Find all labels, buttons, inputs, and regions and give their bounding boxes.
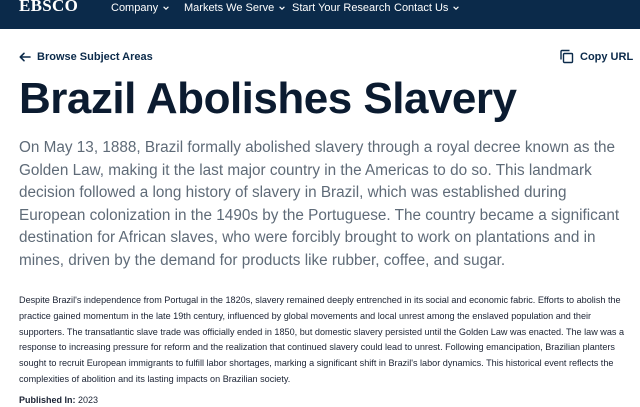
arrow-left-icon [19,52,31,62]
nav-item-contact-us[interactable]: Contact Us [394,2,460,14]
top-navigation-bar: EBSCO Company Markets We Serve Start You… [0,0,640,29]
chevron-down-icon [279,6,286,10]
chevron-down-icon [163,6,169,10]
copy-url-label: Copy URL [580,50,634,63]
page-title: Brazil Abolishes Slavery [19,74,517,123]
browse-subject-areas-link[interactable]: Browse Subject Areas [19,51,153,63]
article-body-paragraph: Despite Brazil's independence from Portu… [19,295,625,384]
published-label: Published In: [19,395,76,405]
nav-item-label: Markets We Serve [184,2,275,14]
browse-subject-areas-label: Browse Subject Areas [37,51,153,63]
article-lead-paragraph: On May 13, 1888, Brazil formally abolish… [19,139,620,269]
published-info: Published In: 2023 [19,395,98,405]
copy-url-button[interactable]: Copy URL [559,49,633,64]
nav-item-label: Contact Us [394,2,449,14]
chevron-down-icon [453,6,460,10]
copy-icon [560,49,574,64]
nav-item-label: Company [111,2,159,14]
nav-item-label: Start Your Research [292,2,391,14]
nav-item-start-your-research[interactable]: Start Your Research [292,2,390,14]
nav-item-company[interactable]: Company [111,2,170,14]
ebsco-logo[interactable]: EBSCO [19,0,78,16]
published-value: 2023 [78,395,99,405]
nav-item-markets-we-serve[interactable]: Markets We Serve [184,2,286,14]
